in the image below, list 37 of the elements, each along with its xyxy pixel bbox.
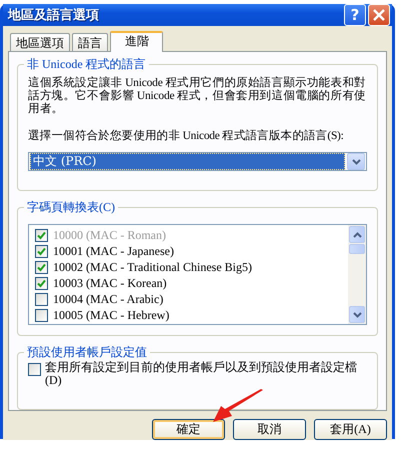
dropdown-button[interactable] bbox=[347, 153, 365, 170]
language-dropdown[interactable]: 中文 (PRC) bbox=[28, 152, 367, 171]
close-button[interactable] bbox=[368, 4, 390, 26]
checkbox[interactable] bbox=[35, 308, 48, 322]
tab[interactable]: 進階 bbox=[110, 31, 163, 52]
list-item[interactable]: 10002 (MAC - Traditional Chinese Big5) bbox=[53, 260, 252, 274]
list-item[interactable]: 10004 (MAC - Arabic) bbox=[53, 292, 164, 306]
scroll-down-button[interactable] bbox=[349, 306, 365, 324]
group-title: 預設使用者帳戶設定值 bbox=[24, 345, 150, 360]
prompt-text: 選擇一個符合於您要使用的非 Unicode 程式語言版本的語言(S): bbox=[28, 129, 344, 143]
arrow-drawing bbox=[213, 389, 263, 422]
checkbox[interactable] bbox=[35, 276, 48, 290]
scroll-thumb[interactable] bbox=[349, 244, 365, 254]
checkbox[interactable] bbox=[35, 244, 48, 258]
scroll-up-button[interactable] bbox=[349, 226, 365, 244]
checkbox[interactable] bbox=[35, 292, 48, 306]
group-title: 字碼頁轉換表(C) bbox=[24, 200, 118, 214]
checkbox-label[interactable]: 套用所有設定到目前的使用者帳戶以及到預設使用者設定檔(D) bbox=[45, 361, 367, 388]
checkbox[interactable] bbox=[28, 363, 41, 376]
chevron-up-icon bbox=[352, 232, 362, 238]
description-text: 這個系統設定讓非 Unicode 程式用它們的原始語言顯示功能表和對話方塊。它不會影響 Unicode 程式，但會套用到這個電腦的所有使用者。 bbox=[28, 77, 367, 116]
dialog-button[interactable]: 確定 bbox=[152, 419, 225, 440]
list-item[interactable]: 10005 (MAC - Hebrew) bbox=[53, 308, 170, 322]
tab[interactable]: 地區選項 bbox=[10, 33, 70, 51]
list-item[interactable]: 10001 (MAC - Japanese) bbox=[53, 244, 174, 258]
chevron-down-icon bbox=[352, 158, 360, 164]
group-title: 非 Unicode 程式的語言 bbox=[24, 57, 149, 71]
dialog-button[interactable]: 取消 bbox=[233, 419, 306, 440]
window-title: 地區及語言選項 bbox=[8, 6, 99, 24]
selected-value: 中文 (PRC) bbox=[30, 153, 345, 170]
tab[interactable]: 語言 bbox=[72, 33, 108, 51]
checkbox[interactable] bbox=[35, 260, 48, 274]
close-icon bbox=[373, 9, 385, 21]
dialog-button[interactable]: 套用(A) bbox=[314, 419, 387, 440]
help-button[interactable]: ? bbox=[344, 4, 366, 26]
list-item[interactable]: 10003 (MAC - Korean) bbox=[53, 276, 167, 290]
chevron-down-icon bbox=[352, 312, 362, 318]
